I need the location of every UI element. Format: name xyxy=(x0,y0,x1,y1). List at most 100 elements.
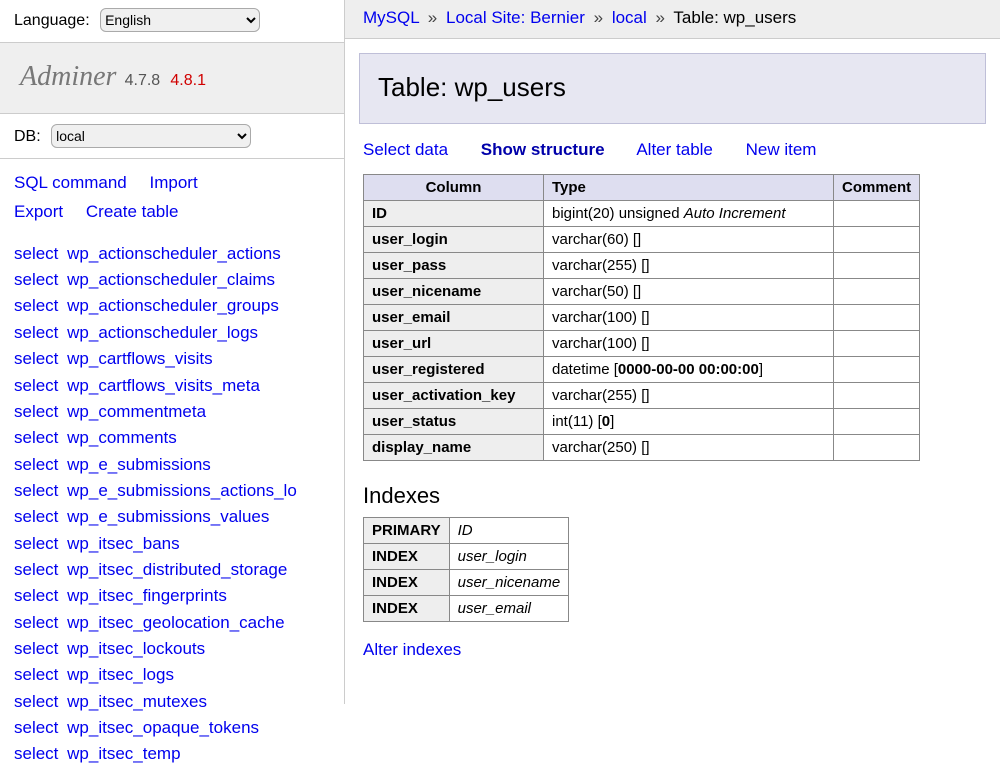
table-name-link[interactable]: wp_actionscheduler_groups xyxy=(67,296,279,315)
table-select-link[interactable]: select xyxy=(14,507,58,526)
version-current: 4.7.8 xyxy=(125,72,161,89)
select-data-link[interactable]: Select data xyxy=(363,140,448,159)
page-title: Table: wp_users xyxy=(378,72,967,103)
table-row: select wp_actionscheduler_groups xyxy=(14,293,330,319)
breadcrumb-db[interactable]: local xyxy=(612,8,647,27)
table-name-link[interactable]: wp_itsec_opaque_tokens xyxy=(67,718,259,737)
table-select-link[interactable]: select xyxy=(14,270,58,289)
column-comment xyxy=(834,409,920,435)
table-row: select wp_cartflows_visits_meta xyxy=(14,373,330,399)
table-row: select wp_e_submissions_actions_lo xyxy=(14,478,330,504)
table-row: select wp_actionscheduler_actions xyxy=(14,241,330,267)
table-list: select wp_actionscheduler_actionsselect … xyxy=(0,227,344,768)
table-select-link[interactable]: select xyxy=(14,613,58,632)
table-name-link[interactable]: wp_cartflows_visits_meta xyxy=(67,376,260,395)
table-name-link[interactable]: wp_itsec_temp xyxy=(67,744,180,763)
table-name-link[interactable]: wp_actionscheduler_logs xyxy=(67,323,258,342)
table-select-link[interactable]: select xyxy=(14,639,58,658)
table-name-link[interactable]: wp_itsec_bans xyxy=(67,534,179,553)
index-type: PRIMARY xyxy=(364,518,450,544)
table-select-link[interactable]: select xyxy=(14,534,58,553)
table-name-link[interactable]: wp_itsec_geolocation_cache xyxy=(67,613,284,632)
column-type: varchar(250) [] xyxy=(544,435,834,461)
table-row: select wp_itsec_opaque_tokens xyxy=(14,715,330,741)
table-select-link[interactable]: select xyxy=(14,560,58,579)
table-name-link[interactable]: wp_e_submissions_values xyxy=(67,507,269,526)
table-select-link[interactable]: select xyxy=(14,586,58,605)
language-label: Language: xyxy=(14,12,90,29)
breadcrumb-sep: » xyxy=(594,8,603,27)
table-name-link[interactable]: wp_itsec_distributed_storage xyxy=(67,560,287,579)
table-select-link[interactable]: select xyxy=(14,428,58,447)
column-comment xyxy=(834,357,920,383)
table-select-link[interactable]: select xyxy=(14,744,58,763)
alter-indexes-link[interactable]: Alter indexes xyxy=(363,640,982,660)
create-table-link[interactable]: Create table xyxy=(86,202,179,221)
column-name: ID xyxy=(364,201,544,227)
column-row: user_registereddatetime [0000-00-00 00:0… xyxy=(364,357,920,383)
column-comment xyxy=(834,331,920,357)
table-select-link[interactable]: select xyxy=(14,455,58,474)
page-title-wrap: Table: wp_users xyxy=(359,53,986,124)
column-name: user_status xyxy=(364,409,544,435)
alter-table-link[interactable]: Alter table xyxy=(636,140,713,159)
table-name-link[interactable]: wp_e_submissions_actions_lo xyxy=(67,481,297,500)
table-name-link[interactable]: wp_actionscheduler_claims xyxy=(67,270,275,289)
import-link[interactable]: Import xyxy=(149,173,197,192)
column-row: user_activation_keyvarchar(255) [] xyxy=(364,383,920,409)
table-row: select wp_itsec_bans xyxy=(14,531,330,557)
column-comment xyxy=(834,227,920,253)
table-select-link[interactable]: select xyxy=(14,692,58,711)
column-type: datetime [0000-00-00 00:00:00] xyxy=(544,357,834,383)
table-select-link[interactable]: select xyxy=(14,244,58,263)
table-name-link[interactable]: wp_commentmeta xyxy=(67,402,206,421)
language-select[interactable]: English xyxy=(100,8,260,32)
index-columns: ID xyxy=(449,518,569,544)
column-comment xyxy=(834,279,920,305)
column-row: user_statusint(11) [0] xyxy=(364,409,920,435)
index-type: INDEX xyxy=(364,596,450,622)
sidebar-links: SQL command Import Export Create table xyxy=(0,159,344,227)
index-row: INDEXuser_nicename xyxy=(364,570,569,596)
column-type: varchar(100) [] xyxy=(544,331,834,357)
breadcrumb-server[interactable]: Local Site: Bernier xyxy=(446,8,585,27)
table-name-link[interactable]: wp_itsec_fingerprints xyxy=(67,586,227,605)
table-row: select wp_itsec_distributed_storage xyxy=(14,557,330,583)
columns-header-comment: Comment xyxy=(834,175,920,201)
show-structure-current[interactable]: Show structure xyxy=(481,140,605,159)
column-comment xyxy=(834,253,920,279)
table-name-link[interactable]: wp_itsec_logs xyxy=(67,665,174,684)
table-select-link[interactable]: select xyxy=(14,481,58,500)
table-select-link[interactable]: select xyxy=(14,402,58,421)
table-select-link[interactable]: select xyxy=(14,323,58,342)
table-select-link[interactable]: select xyxy=(14,349,58,368)
export-link[interactable]: Export xyxy=(14,202,63,221)
db-select[interactable]: local xyxy=(51,124,251,148)
sidebar: Language: English Adminer 4.7.8 4.8.1 DB… xyxy=(0,0,345,704)
table-select-link[interactable]: select xyxy=(14,296,58,315)
table-select-link[interactable]: select xyxy=(14,665,58,684)
table-select-link[interactable]: select xyxy=(14,376,58,395)
table-name-link[interactable]: wp_itsec_mutexes xyxy=(67,692,207,711)
breadcrumb-sep: » xyxy=(656,8,665,27)
table-select-link[interactable]: select xyxy=(14,718,58,737)
new-item-link[interactable]: New item xyxy=(746,140,817,159)
table-name-link[interactable]: wp_itsec_lockouts xyxy=(67,639,205,658)
table-actions: Select data Show structure Alter table N… xyxy=(345,124,1000,170)
table-name-link[interactable]: wp_cartflows_visits xyxy=(67,349,213,368)
breadcrumb-driver[interactable]: MySQL xyxy=(363,8,419,27)
table-name-link[interactable]: wp_e_submissions xyxy=(67,455,211,474)
db-label: DB: xyxy=(14,128,41,145)
columns-header-type: Type xyxy=(544,175,834,201)
index-row: PRIMARYID xyxy=(364,518,569,544)
main: MySQL » Local Site: Bernier » local » Ta… xyxy=(345,0,1000,704)
version-new[interactable]: 4.8.1 xyxy=(170,72,206,89)
columns-header-column: Column xyxy=(364,175,544,201)
column-type: varchar(100) [] xyxy=(544,305,834,331)
columns-table: Column Type Comment IDbigint(20) unsigne… xyxy=(363,174,920,461)
column-type: bigint(20) unsigned Auto Increment xyxy=(544,201,834,227)
table-name-link[interactable]: wp_actionscheduler_actions xyxy=(67,244,281,263)
index-type: INDEX xyxy=(364,570,450,596)
table-name-link[interactable]: wp_comments xyxy=(67,428,177,447)
sql-command-link[interactable]: SQL command xyxy=(14,173,127,192)
